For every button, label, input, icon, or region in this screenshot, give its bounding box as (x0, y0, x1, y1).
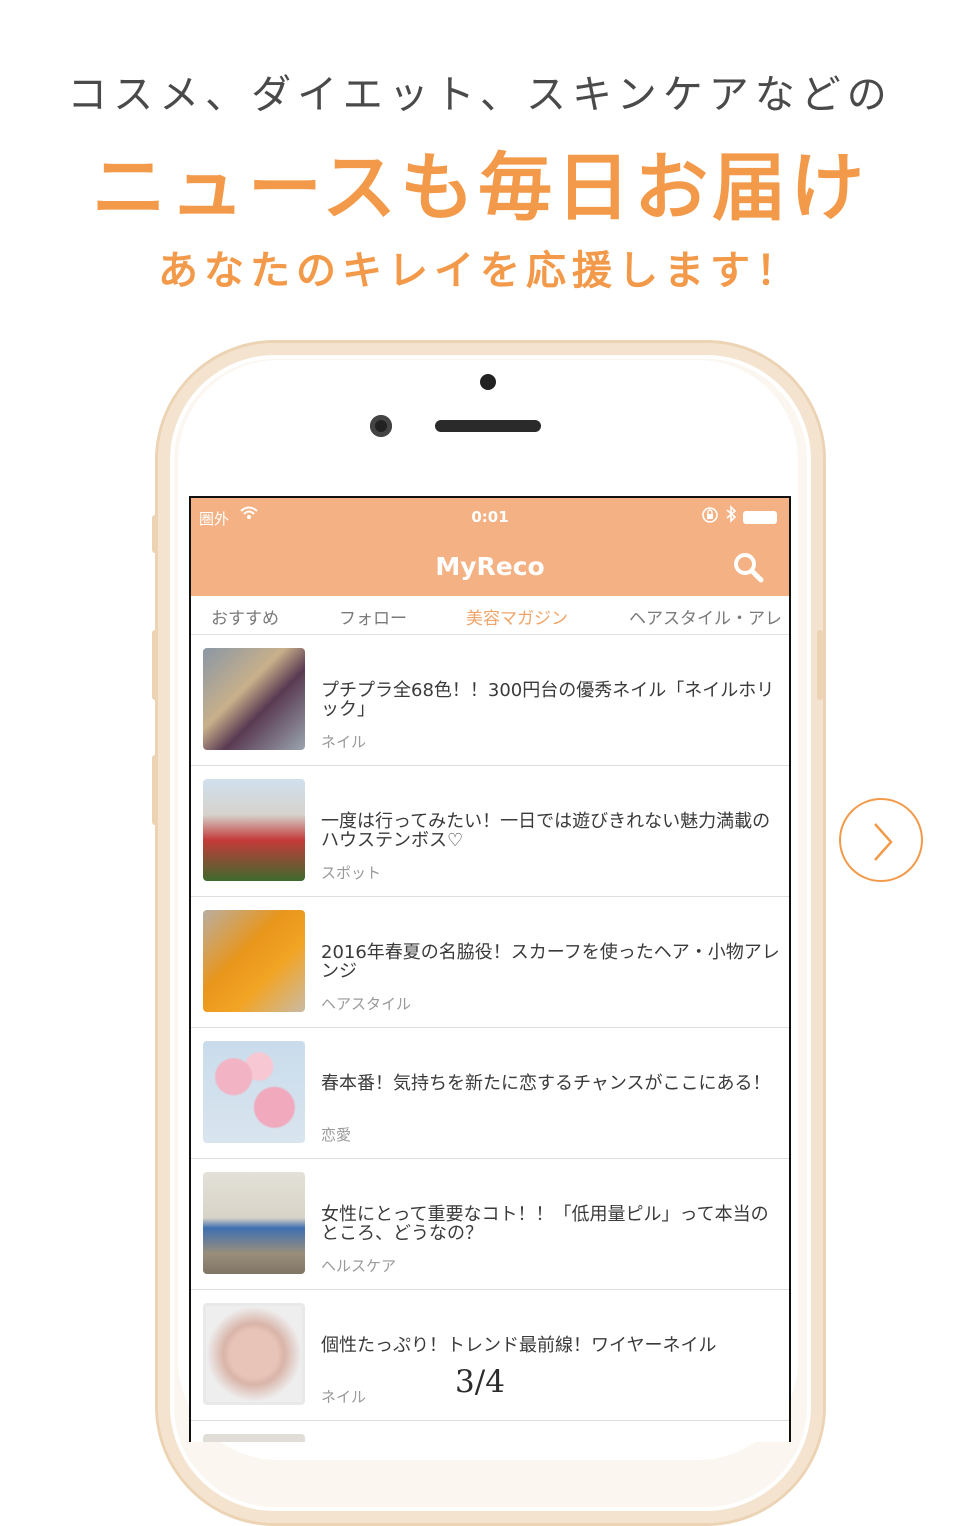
app-screen: 圏外 0:01 MyReco おすすめ フォロー 美容マガジン ヘアスタイル・ア… (189, 496, 791, 1442)
handbag-photo-icon (203, 910, 305, 1012)
article-category: スポット (321, 864, 382, 882)
cherry-blossom-photo-icon (203, 1041, 305, 1143)
article-title: 2016年春夏の名脇役！スカーフを使ったヘア・小物アレンジ (321, 942, 780, 982)
next-button[interactable] (839, 798, 923, 882)
app-header: MyReco (191, 538, 789, 596)
article-category: ネイル (321, 733, 367, 751)
battery-icon (743, 511, 777, 524)
headline-line-3: あなたのキレイを応援します！ (158, 248, 802, 294)
article-title: 女性にとって重要なコト！！「低用量ピル」って本当のところ、どうなの？ (321, 1204, 769, 1244)
nail-art-photo-icon (203, 1303, 305, 1405)
chevron-right-icon (874, 823, 893, 861)
phone-speaker (435, 420, 541, 432)
page-indicator: 3/4 (455, 1364, 505, 1400)
article-photo-icon (203, 1434, 305, 1442)
bluetooth-icon (725, 505, 737, 527)
woman-photo-icon (203, 1172, 305, 1274)
app-title: MyReco (435, 552, 545, 581)
article-category: ヘルスケア (321, 1257, 397, 1275)
tab-beauty-magazine[interactable]: 美容マガジン (466, 604, 568, 629)
headline-line-2: ニュースも毎日お届け (91, 145, 869, 231)
phone-power-button (817, 630, 823, 700)
article-category: ネイル (321, 1388, 367, 1406)
rotation-lock-icon (701, 506, 719, 528)
headline-line-1: コスメ、ダイエット、スキンケアなどの (67, 72, 893, 118)
tab-follow[interactable]: フォロー (339, 604, 407, 629)
category-tabs: おすすめ フォロー 美容マガジン ヘアスタイル・アレ (191, 596, 789, 635)
article-category: 恋愛 (321, 1126, 352, 1144)
status-bar: 圏外 0:01 (191, 498, 789, 538)
article-title: 春本番！気持ちを新たに恋するチャンスがここにある！ (321, 1073, 771, 1094)
article-title: プチプラ全68色！！300円台の優秀ネイル「ネイルホリック」 (321, 680, 775, 720)
article-row[interactable]: 2016年春夏の名脇役！スカーフを使ったヘア・小物アレンジ ヘアスタイル (191, 897, 789, 1028)
tab-hairstyle[interactable]: ヘアスタイル・アレ (629, 604, 782, 629)
phone-volume-up-button (152, 630, 158, 700)
article-row[interactable]: 春本番！気持ちを新たに恋するチャンスがここにある！ 恋愛 (191, 1028, 789, 1159)
article-row[interactable]: 個性たっぷり！トレンド最前線！ワイヤーネイル ネイル (191, 1290, 789, 1421)
article-title: 個性たっぷり！トレンド最前線！ワイヤーネイル (321, 1335, 717, 1356)
tab-recommended[interactable]: おすすめ (211, 604, 279, 629)
search-icon[interactable] (731, 550, 765, 584)
article-row[interactable]: 女性にとって重要なコト！！「低用量ピル」って本当のところ、どうなの？ ヘルスケア (191, 1159, 789, 1290)
article-row[interactable]: プチプラ全68色！！300円台の優秀ネイル「ネイルホリック」 ネイル (191, 635, 789, 766)
flower-garden-photo-icon (203, 779, 305, 881)
article-category: ヘアスタイル (321, 995, 412, 1013)
nail-polish-photo-icon (203, 648, 305, 750)
phone-camera (370, 415, 392, 437)
phone-sensor (480, 374, 496, 390)
article-list: プチプラ全68色！！300円台の優秀ネイル「ネイルホリック」 ネイル 一度は行っ… (191, 635, 789, 1442)
article-title: 一度は行ってみたい！一日では遊びきれない魅力満載のハウステンボス♡ (321, 811, 771, 851)
article-row[interactable]: 一度は行ってみたい！一日では遊びきれない魅力満載のハウステンボス♡ スポット (191, 766, 789, 897)
phone-volume-down-button (152, 755, 158, 825)
phone-side-button (152, 515, 158, 553)
status-time: 0:01 (471, 508, 509, 526)
article-row[interactable] (191, 1421, 789, 1442)
